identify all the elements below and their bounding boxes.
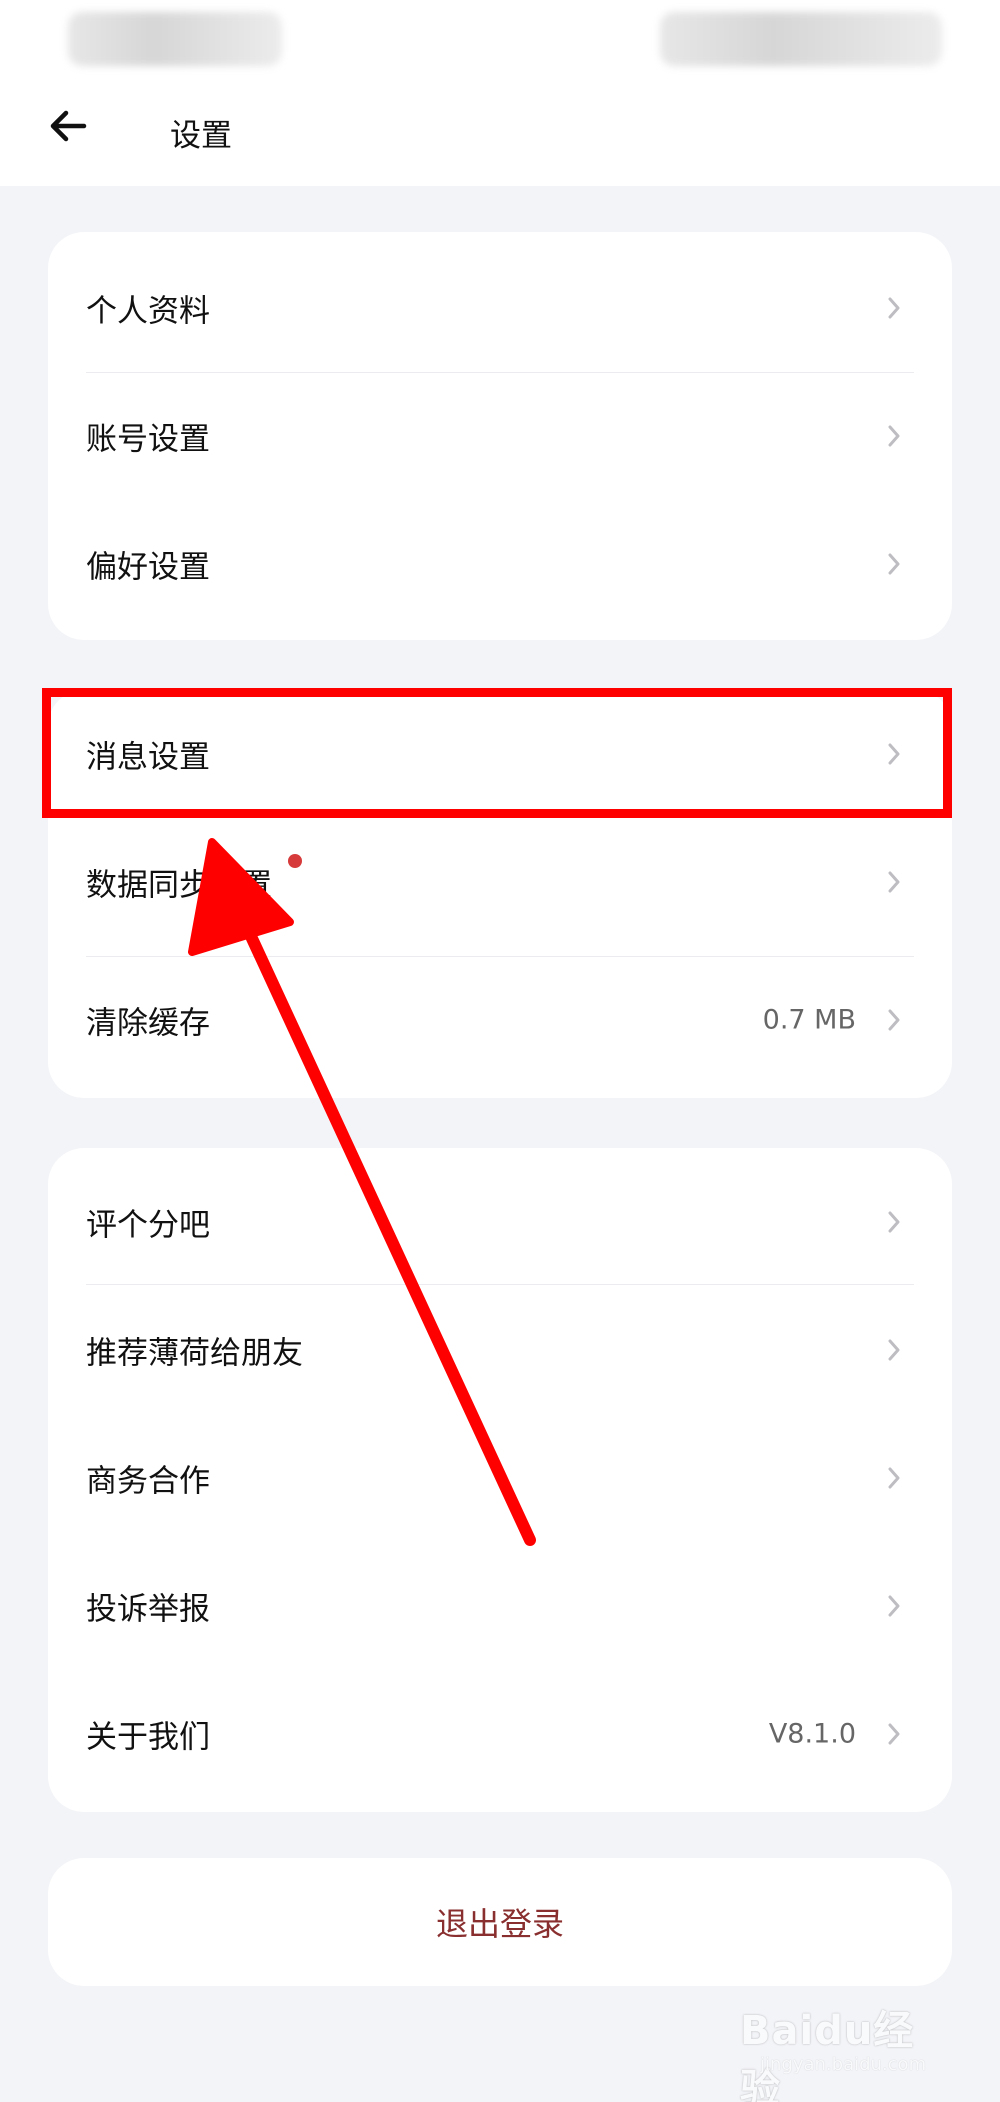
chevron-right-icon bbox=[884, 422, 904, 450]
chevron-right-icon bbox=[884, 1592, 904, 1620]
settings-card-about: 评个分吧 推荐薄荷给朋友 商务合作 投诉举报 关于我们 V8.1.0 bbox=[48, 1148, 952, 1812]
watermark-subtext: jingyan.baidu.com bbox=[760, 2054, 927, 2075]
cache-size-value: 0.7 MB bbox=[762, 1004, 856, 1036]
arrow-left-icon bbox=[48, 108, 88, 148]
page-title: 设置 bbox=[170, 118, 232, 154]
chevron-right-icon bbox=[884, 294, 904, 322]
settings-item-label: 投诉举报 bbox=[86, 1591, 210, 1628]
chevron-right-icon bbox=[884, 1208, 904, 1236]
chevron-right-icon bbox=[884, 868, 904, 896]
divider bbox=[86, 1284, 914, 1285]
settings-item-label: 个人资料 bbox=[86, 293, 210, 330]
settings-item-label: 数据同步设置 bbox=[86, 867, 272, 904]
settings-item-label: 偏好设置 bbox=[86, 549, 210, 586]
settings-item-account[interactable]: 账号设置 bbox=[48, 372, 952, 500]
settings-item-label: 清除缓存 bbox=[86, 1005, 210, 1042]
back-button[interactable] bbox=[42, 102, 94, 154]
chevron-right-icon bbox=[884, 1720, 904, 1748]
settings-item-about[interactable]: 关于我们 V8.1.0 bbox=[48, 1670, 952, 1798]
logout-button[interactable]: 退出登录 bbox=[48, 1858, 952, 1986]
settings-item-label: 推荐薄荷给朋友 bbox=[86, 1335, 303, 1372]
chevron-right-icon bbox=[884, 1336, 904, 1364]
settings-item-label: 消息设置 bbox=[86, 739, 210, 776]
settings-item-preferences[interactable]: 偏好设置 bbox=[48, 500, 952, 628]
settings-item-recommend[interactable]: 推荐薄荷给朋友 bbox=[48, 1286, 952, 1414]
logout-label: 退出登录 bbox=[435, 1905, 564, 1943]
settings-item-profile[interactable]: 个人资料 bbox=[48, 244, 952, 372]
chevron-right-icon bbox=[884, 1006, 904, 1034]
settings-item-label: 账号设置 bbox=[86, 421, 210, 458]
status-left-blurred bbox=[68, 12, 282, 66]
settings-item-business[interactable]: 商务合作 bbox=[48, 1414, 952, 1542]
settings-item-report[interactable]: 投诉举报 bbox=[48, 1542, 952, 1670]
watermark-text: Baidu经验 bbox=[740, 2008, 915, 2102]
new-badge-dot bbox=[288, 854, 302, 868]
settings-item-label: 评个分吧 bbox=[86, 1207, 210, 1244]
top-app-bar: 设置 bbox=[0, 80, 1000, 186]
status-right-blurred bbox=[660, 12, 942, 66]
settings-item-label: 商务合作 bbox=[86, 1463, 210, 1500]
chevron-right-icon bbox=[884, 550, 904, 578]
settings-item-rate[interactable]: 评个分吧 bbox=[48, 1158, 952, 1286]
settings-item-messages[interactable]: 消息设置 bbox=[48, 690, 952, 818]
chevron-right-icon bbox=[884, 740, 904, 768]
settings-card-data: 消息设置 数据同步设置 清除缓存 0.7 MB bbox=[48, 690, 952, 1098]
settings-item-label: 关于我们 bbox=[86, 1719, 210, 1756]
status-bar bbox=[0, 0, 1000, 80]
settings-item-data-sync[interactable]: 数据同步设置 bbox=[48, 818, 952, 946]
settings-item-clear-cache[interactable]: 清除缓存 0.7 MB bbox=[48, 956, 952, 1084]
chevron-right-icon bbox=[884, 1464, 904, 1492]
baidu-watermark: Baidu经验 jingyan.baidu.com bbox=[740, 1990, 950, 2102]
version-value: V8.1.0 bbox=[768, 1718, 856, 1750]
settings-card-profile: 个人资料 账号设置 偏好设置 bbox=[48, 232, 952, 640]
